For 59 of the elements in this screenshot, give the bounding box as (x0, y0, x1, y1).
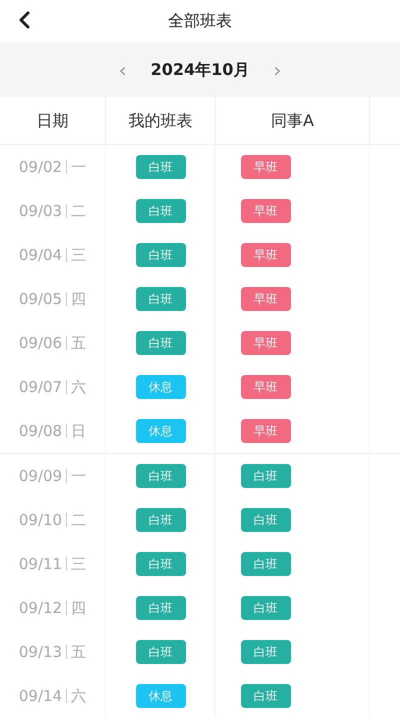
shift-badge: 白班 (136, 596, 186, 620)
date-text: 09/05 (18, 288, 62, 310)
shift-badge: 早班 (240, 243, 290, 267)
date-text: 09/11 (18, 554, 62, 575)
shift-badge: 白班 (240, 464, 290, 488)
weekday-text: 日 (71, 420, 86, 442)
weekday-text: 四 (71, 598, 86, 619)
column-header: 同事A (271, 110, 314, 132)
shift-badge: 白班 (240, 552, 290, 576)
shift-badge: 白班 (136, 287, 186, 311)
month-label: 2024年10月 (150, 58, 250, 80)
shift-badge: 休息 (136, 684, 186, 708)
shift-badge: 早班 (240, 199, 290, 223)
shift-badge: 白班 (136, 243, 186, 267)
shift-badge: 休息 (136, 375, 186, 399)
shift-badge: 白班 (136, 640, 186, 664)
date-text: 09/12 (18, 598, 62, 619)
weekday-text: 三 (71, 244, 86, 266)
date-text: 09/09 (18, 466, 62, 487)
date-text: 09/06 (18, 332, 62, 354)
weekday-text: 三 (71, 554, 86, 575)
weekday-text: 五 (71, 332, 86, 354)
next-month-button[interactable]: › (273, 54, 282, 84)
weekday-text: 四 (71, 288, 86, 310)
previous-month-button[interactable]: ‹ (118, 54, 127, 84)
shift-badge: 白班 (136, 552, 186, 576)
date-text: 09/14 (18, 686, 62, 707)
shift-badge: 休息 (136, 419, 186, 443)
shift-badge: 白班 (136, 155, 186, 179)
shift-badge: 白班 (240, 596, 290, 620)
weekday-text: 六 (71, 686, 86, 707)
shift-badge: 白班 (240, 684, 290, 708)
date-text: 09/13 (18, 642, 62, 663)
shift-badge: 早班 (240, 331, 290, 355)
shift-badge: 早班 (240, 375, 290, 399)
shift-badge: 白班 (136, 508, 186, 532)
weekday-text: 五 (71, 642, 86, 663)
shift-badge: 白班 (136, 464, 186, 488)
column-header: 我的班表 (128, 110, 192, 132)
weekday-text: 六 (71, 376, 86, 398)
date-text: 09/07 (18, 376, 62, 398)
shift-badge: 白班 (240, 508, 290, 532)
shift-badge: 白班 (240, 640, 290, 664)
date-text: 09/10 (18, 510, 62, 531)
date-text: 09/02 (18, 156, 62, 178)
weekday-text: 二 (71, 510, 86, 531)
shift-badge: 早班 (240, 155, 290, 179)
date-text: 09/04 (18, 244, 62, 266)
date-text: 09/03 (18, 200, 62, 222)
shift-badge: 早班 (240, 419, 290, 443)
date-text: 09/08 (18, 420, 62, 442)
shift-badge: 白班 (136, 331, 186, 355)
page-title: 全部班表 (168, 10, 232, 32)
shift-badge: 白班 (136, 199, 186, 223)
weekday-text: 一 (71, 466, 86, 487)
column-header: 日期 (36, 110, 68, 132)
weekday-text: 一 (71, 156, 86, 178)
shift-badge: 早班 (240, 287, 290, 311)
weekday-text: 二 (71, 200, 86, 222)
